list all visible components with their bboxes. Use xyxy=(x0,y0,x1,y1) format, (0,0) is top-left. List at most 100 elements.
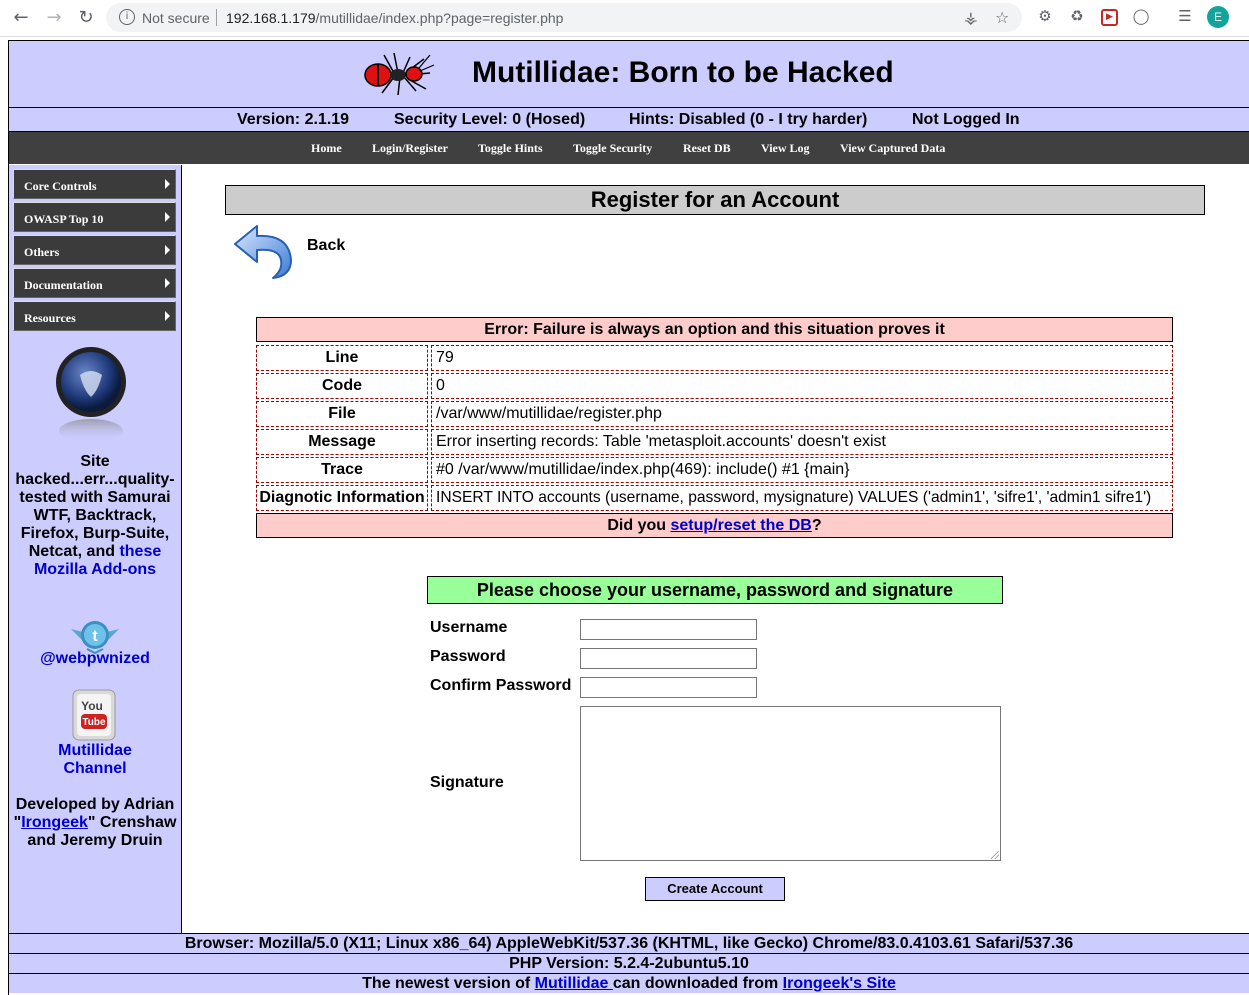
site-text-line: WTF, Backtrack, xyxy=(33,507,157,524)
sidebar-item-owasp-top-10[interactable]: OWASP Top 10 xyxy=(13,202,176,232)
owasp-logo-icon xyxy=(56,347,126,443)
username-field[interactable] xyxy=(580,619,757,640)
youtube-icon[interactable]: You Tube xyxy=(71,688,117,742)
error-value: #0 /var/www/mutillidae/index.php(469): i… xyxy=(431,457,1173,483)
these-link[interactable]: these xyxy=(119,543,161,560)
address-separator xyxy=(216,9,217,26)
setup-reset-db-link[interactable]: setup/reset the DB xyxy=(670,517,811,534)
twitter-handle-text[interactable]: @webpwnized xyxy=(40,650,150,667)
red-extension-icon[interactable]: ▶ xyxy=(1101,9,1118,26)
login-status-label: Not Logged In xyxy=(912,111,1020,128)
newest-prefix: The newest version of xyxy=(362,975,535,992)
error-value: /var/www/mutillidae/register.php xyxy=(431,401,1173,427)
back-arrow-icon[interactable]: ← xyxy=(9,6,33,30)
php-version: PHP Version: 5.2.4-2ubuntu5.10 xyxy=(9,953,1249,973)
create-account-button[interactable]: Create Account xyxy=(645,877,785,901)
dev-line: "Irongeek" Crenshaw xyxy=(9,814,181,832)
site-text-fragment: Netcat, and xyxy=(28,543,115,560)
textarea-resize-handle-icon[interactable] xyxy=(991,851,999,859)
confirm-password-field[interactable] xyxy=(580,677,757,698)
site-text-line: hacked...err...quality- xyxy=(15,471,175,488)
svg-text:t: t xyxy=(92,628,98,645)
back-arrow-button-icon[interactable] xyxy=(231,222,295,280)
info-icon[interactable]: i xyxy=(119,9,135,25)
menu-view-captured-data[interactable]: View Captured Data xyxy=(840,141,945,156)
site-title: Mutillidae: Born to be Hacked xyxy=(472,56,894,89)
table-row: Diagnotic Information INSERT INTO accoun… xyxy=(256,485,1173,512)
twitter-bird-icon[interactable]: t xyxy=(69,615,121,655)
error-key: Line xyxy=(256,345,428,371)
sidebar-item-documentation[interactable]: Documentation xyxy=(13,268,176,298)
ant-logo-icon xyxy=(364,52,435,96)
menu-reset-db[interactable]: Reset DB xyxy=(683,141,731,156)
key-icon[interactable]: ⚶ xyxy=(964,8,978,27)
site-text-line: tested with Samurai xyxy=(19,489,171,506)
newest-version-note: The newest version of Mutillidae can dow… xyxy=(9,973,1249,993)
error-key: Message xyxy=(256,429,428,455)
page-title: Register for an Account xyxy=(225,185,1205,215)
version-label: Version: 2.1.19 xyxy=(237,111,350,128)
error-value: Error inserting records: Table 'metasplo… xyxy=(431,429,1173,455)
table-row: File /var/www/mutillidae/register.php xyxy=(256,401,1173,428)
error-key: Code xyxy=(256,373,428,399)
reload-icon[interactable]: ↻ xyxy=(74,6,98,30)
newest-middle: can downloaded from xyxy=(612,975,783,992)
mutillidae-link[interactable]: Mutillidae xyxy=(535,975,613,992)
error-value: 0 xyxy=(431,373,1173,399)
sidebar-item-label: Others xyxy=(24,245,60,259)
sidebar-item-label: Documentation xyxy=(24,278,103,292)
page-frame: Mutillidae: Born to be Hacked Version: 2… xyxy=(8,40,1249,995)
site-header: Mutillidae: Born to be Hacked xyxy=(9,41,1249,108)
menu-home[interactable]: Home xyxy=(311,141,342,156)
channel-line[interactable]: Mutillidae xyxy=(9,742,181,760)
menu-view-log[interactable]: View Log xyxy=(761,141,810,156)
forward-arrow-icon[interactable]: → xyxy=(42,6,66,30)
back-link[interactable]: Back xyxy=(307,237,345,255)
irongeek-link[interactable]: Irongeek xyxy=(21,814,88,831)
browser-toolbar: ← → ↻ i Not secure 192.168.1.179/mutilli… xyxy=(0,0,1249,37)
url-text[interactable]: 192.168.1.179/mutillidae/index.php?page=… xyxy=(226,10,563,26)
dev-line: and Jeremy Druin xyxy=(27,832,163,849)
menu-toggle-hints[interactable]: Toggle Hints xyxy=(478,141,543,156)
sidebar: Core Controls OWASP Top 10 Others Docume… xyxy=(9,165,182,933)
table-row: Code 0 xyxy=(256,373,1173,400)
url-path: /mutillidae/index.php?page=register.php xyxy=(315,10,564,26)
address-bar[interactable]: i Not secure 192.168.1.179/mutillidae/in… xyxy=(106,3,1022,32)
channel-line[interactable]: Channel xyxy=(9,760,181,778)
username-label: Username xyxy=(430,619,508,636)
top-menu: Home Login/Register Toggle Hints Toggle … xyxy=(9,132,1249,164)
menu-login-register[interactable]: Login/Register xyxy=(372,141,448,156)
circle-extension-icon[interactable]: ◯ xyxy=(1132,7,1150,25)
error-footer: Did you setup/reset the DB? xyxy=(256,513,1173,538)
irongeek-site-link[interactable]: Irongeek's Site xyxy=(783,975,896,992)
submenu-arrow-icon xyxy=(165,179,170,189)
signature-label: Signature xyxy=(430,774,504,791)
table-row: Line 79 xyxy=(256,345,1173,372)
status-bar: Version: 2.1.19 Security Level: 0 (Hosed… xyxy=(9,108,1249,132)
submenu-arrow-icon xyxy=(165,212,170,222)
star-icon[interactable]: ☆ xyxy=(995,8,1009,27)
media-queue-icon[interactable]: ☰ xyxy=(1176,7,1194,25)
dev-line-rest: " Crenshaw xyxy=(87,814,177,831)
error-footer-suffix: ? xyxy=(811,517,822,534)
sidebar-item-core-controls[interactable]: Core Controls xyxy=(13,169,176,199)
gear-extension-icon[interactable]: ⚙ xyxy=(1036,7,1054,25)
submenu-arrow-icon xyxy=(165,245,170,255)
sidebar-item-label: OWASP Top 10 xyxy=(24,212,104,226)
twitter-handle-link[interactable]: @webpwnized xyxy=(9,650,181,668)
error-key: File xyxy=(256,401,428,427)
profile-avatar[interactable]: E xyxy=(1207,6,1229,28)
mozilla-addons-link[interactable]: Mozilla Add-ons xyxy=(9,561,181,579)
youtube-channel-link[interactable]: Mutillidae Channel xyxy=(9,742,181,778)
confirm-password-label: Confirm Password xyxy=(430,677,572,694)
browser-info: Browser: Mozilla/5.0 (X11; Linux x86_64)… xyxy=(9,933,1249,953)
sidebar-item-others[interactable]: Others xyxy=(13,235,176,265)
signature-textarea[interactable] xyxy=(580,706,1001,861)
svg-text:You: You xyxy=(81,699,103,713)
recycle-extension-icon[interactable]: ♻ xyxy=(1068,7,1086,25)
password-field[interactable] xyxy=(580,648,757,669)
menu-toggle-security[interactable]: Toggle Security xyxy=(573,141,652,156)
svg-text:Tube: Tube xyxy=(82,717,106,728)
error-key: Diagnotic Information xyxy=(256,485,428,511)
sidebar-item-resources[interactable]: Resources xyxy=(13,301,176,331)
